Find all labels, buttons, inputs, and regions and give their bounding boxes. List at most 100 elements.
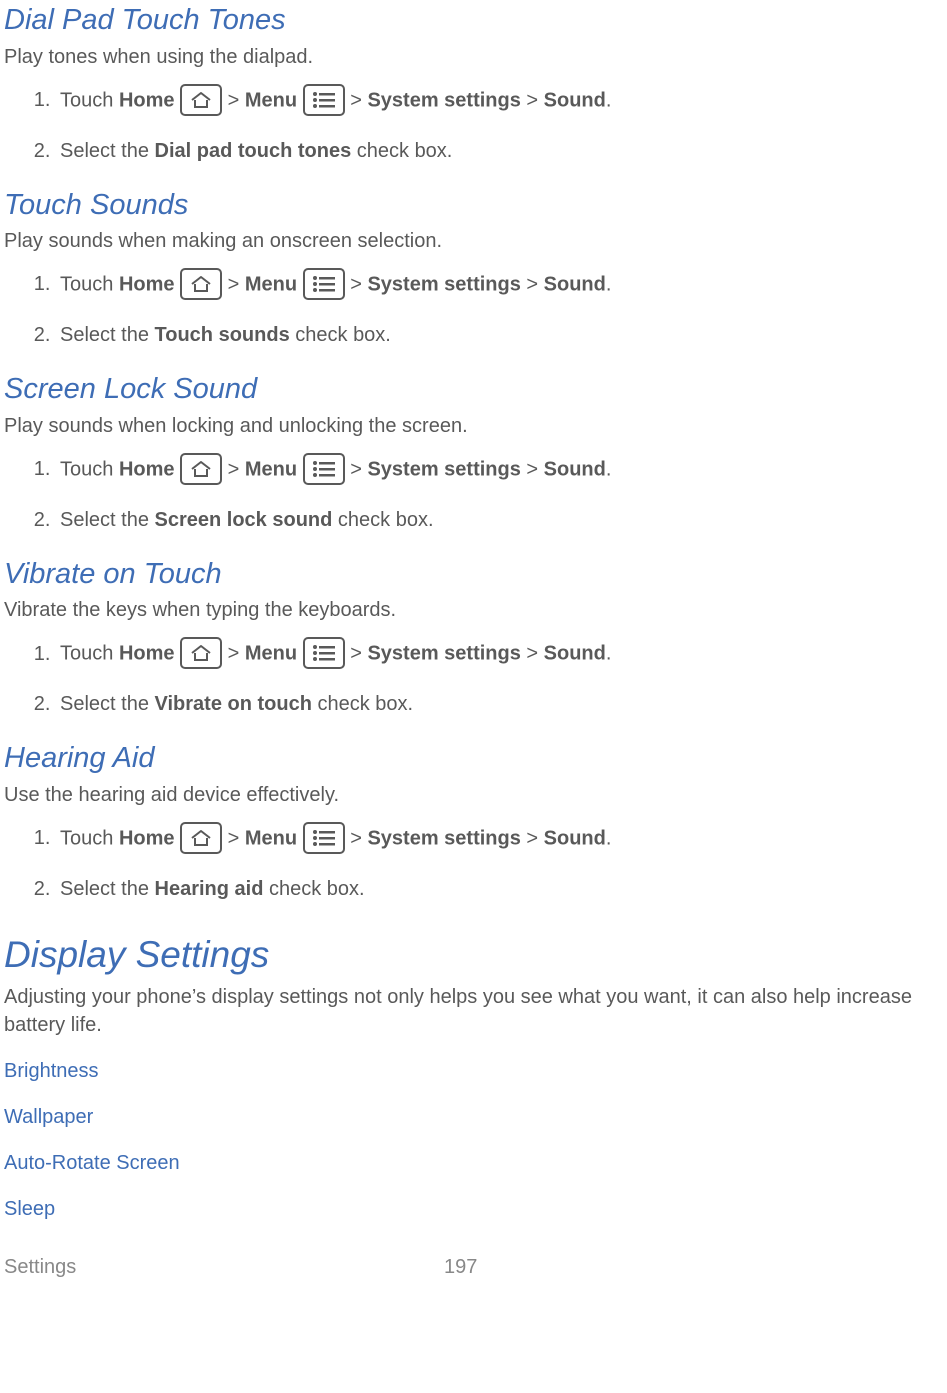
home-icon (180, 268, 222, 300)
period: . (606, 458, 612, 480)
separator: > (345, 643, 368, 665)
section-heading: Hearing Aid (4, 738, 947, 779)
home-icon (180, 84, 222, 116)
separator: > (521, 89, 544, 111)
label-system-settings: System settings (367, 827, 520, 849)
steps-list: Touch Home > Menu > System settings > So… (4, 269, 947, 349)
sound-sections: Dial Pad Touch TonesPlay tones when usin… (4, 0, 947, 903)
steps-list: Touch Home > Menu > System settings > So… (4, 454, 947, 534)
link-item[interactable]: Wallpaper (4, 1103, 947, 1131)
menu-icon (303, 453, 345, 485)
label-home: Home (119, 827, 175, 849)
label-sound: Sound (544, 273, 606, 295)
text-touch: Touch (60, 273, 119, 295)
separator: > (222, 643, 245, 665)
section-desc: Vibrate the keys when typing the keyboar… (4, 596, 947, 624)
period: . (606, 89, 612, 111)
label-home: Home (119, 643, 175, 665)
text-touch: Touch (60, 827, 119, 849)
menu-icon (303, 822, 345, 854)
link-item[interactable]: Auto-Rotate Screen (4, 1149, 947, 1177)
heading-display-settings: Display Settings (4, 929, 947, 981)
section: Screen Lock SoundPlay sounds when lockin… (4, 369, 947, 534)
separator: > (345, 827, 368, 849)
manual-page: Dial Pad Touch TonesPlay tones when usin… (0, 0, 947, 1281)
option-name: Screen lock sound (155, 509, 333, 531)
separator: > (345, 89, 368, 111)
text-touch: Touch (60, 89, 119, 111)
label-home: Home (119, 273, 175, 295)
section: Touch SoundsPlay sounds when making an o… (4, 185, 947, 350)
separator: > (222, 827, 245, 849)
footer-section-title: Settings (4, 1253, 444, 1281)
label-sound: Sound (544, 458, 606, 480)
separator: > (345, 458, 368, 480)
section-heading: Screen Lock Sound (4, 369, 947, 410)
steps-list: Touch Home > Menu > System settings > So… (4, 638, 947, 718)
separator: > (222, 273, 245, 295)
text-check-box: check box. (263, 878, 364, 900)
option-name: Hearing aid (155, 878, 264, 900)
text-check-box: check box. (351, 140, 452, 162)
label-menu: Menu (245, 89, 297, 111)
label-home: Home (119, 89, 175, 111)
separator: > (521, 643, 544, 665)
option-name: Touch sounds (155, 324, 290, 346)
step-item: Select the Hearing aid check box. (56, 875, 947, 903)
text-select-the: Select the (60, 878, 155, 900)
separator: > (345, 273, 368, 295)
section-desc: Play sounds when making an onscreen sele… (4, 227, 947, 255)
label-sound: Sound (544, 89, 606, 111)
text-check-box: check box. (290, 324, 391, 346)
desc-display-settings: Adjusting your phone’s display settings … (4, 983, 947, 1039)
label-menu: Menu (245, 458, 297, 480)
menu-icon (303, 84, 345, 116)
link-item[interactable]: Brightness (4, 1057, 947, 1085)
option-name: Dial pad touch tones (155, 140, 352, 162)
step-item: Select the Dial pad touch tones check bo… (56, 137, 947, 165)
label-system-settings: System settings (367, 89, 520, 111)
label-menu: Menu (245, 273, 297, 295)
section: Vibrate on TouchVibrate the keys when ty… (4, 554, 947, 719)
text-check-box: check box. (332, 509, 433, 531)
step-item: Select the Vibrate on touch check box. (56, 690, 947, 718)
label-menu: Menu (245, 827, 297, 849)
step-item: Touch Home > Menu > System settings > So… (56, 85, 947, 117)
label-system-settings: System settings (367, 273, 520, 295)
section-desc: Use the hearing aid device effectively. (4, 781, 947, 809)
separator: > (222, 458, 245, 480)
period: . (606, 273, 612, 295)
text-check-box: check box. (312, 693, 413, 715)
label-sound: Sound (544, 827, 606, 849)
display-links: Brightness Wallpaper Auto-Rotate Screen Sle… (4, 1057, 947, 1223)
text-select-the: Select the (60, 140, 155, 162)
link-item[interactable]: Sleep (4, 1195, 947, 1223)
section-heading: Vibrate on Touch (4, 554, 947, 595)
step-item: Select the Touch sounds check box. (56, 321, 947, 349)
footer-page-number: 197 (444, 1253, 477, 1281)
text-select-the: Select the (60, 324, 155, 346)
menu-icon (303, 268, 345, 300)
period: . (606, 827, 612, 849)
separator: > (521, 273, 544, 295)
separator: > (222, 89, 245, 111)
section-desc: Play tones when using the dialpad. (4, 43, 947, 71)
section-heading: Touch Sounds (4, 185, 947, 226)
separator: > (521, 458, 544, 480)
section: Hearing AidUse the hearing aid device ef… (4, 738, 947, 903)
label-home: Home (119, 458, 175, 480)
step-item: Touch Home > Menu > System settings > So… (56, 269, 947, 301)
section: Dial Pad Touch TonesPlay tones when usin… (4, 0, 947, 165)
steps-list: Touch Home > Menu > System settings > So… (4, 85, 947, 165)
text-select-the: Select the (60, 509, 155, 531)
menu-icon (303, 637, 345, 669)
step-item: Select the Screen lock sound check box. (56, 506, 947, 534)
home-icon (180, 637, 222, 669)
section-desc: Play sounds when locking and unlocking t… (4, 412, 947, 440)
label-menu: Menu (245, 643, 297, 665)
text-touch: Touch (60, 643, 119, 665)
section-heading: Dial Pad Touch Tones (4, 0, 947, 41)
step-item: Touch Home > Menu > System settings > So… (56, 823, 947, 855)
step-item: Touch Home > Menu > System settings > So… (56, 454, 947, 486)
period: . (606, 643, 612, 665)
